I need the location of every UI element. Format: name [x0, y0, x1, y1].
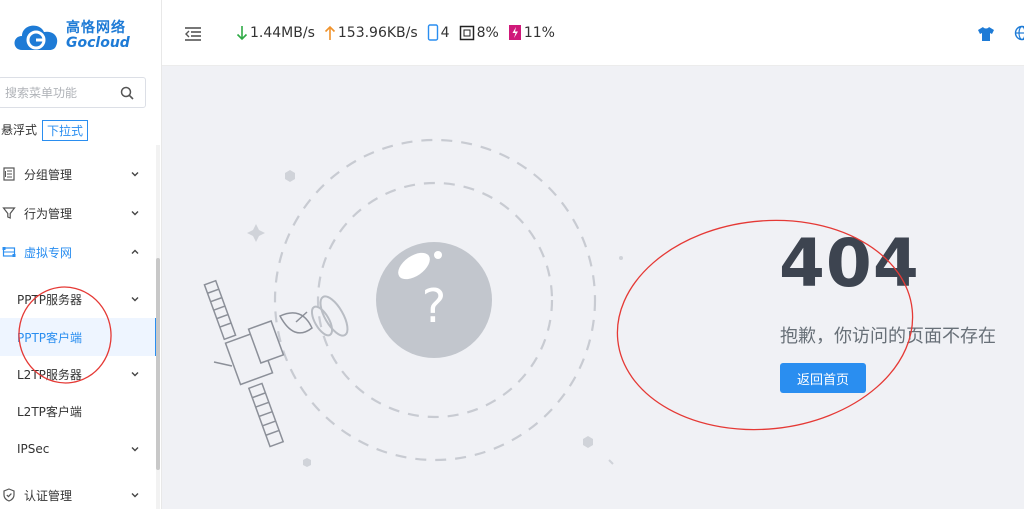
chevron-down-icon [131, 372, 139, 377]
menu-collapse-icon[interactable] [184, 26, 202, 42]
menu-search-box [0, 77, 146, 108]
arrow-up-icon [324, 25, 335, 40]
brand-name-cn: 高恪网络 [66, 20, 126, 36]
brand-name-en: Gocloud [66, 35, 130, 51]
chevron-up-icon [131, 249, 139, 254]
error-page-content: ? 404 抱歉，你访问的页面不存在 返回首页 [162, 66, 1024, 509]
sidebar-scrollbar-thumb[interactable] [156, 258, 160, 470]
sidebar-item-auth-management[interactable]: 认证管理 [0, 476, 158, 509]
sidebar-item-label: 虚拟专网 [24, 245, 73, 260]
sidebar-subitem-l2tp-server[interactable]: L2TP服务器 [0, 355, 158, 393]
shield-icon [3, 488, 15, 502]
sidebar-item-label: 行为管理 [24, 206, 73, 221]
device-count: 4 [427, 24, 450, 41]
menu-search-input[interactable] [5, 85, 117, 100]
cpu-icon [459, 25, 474, 40]
memory-icon [508, 25, 521, 40]
shirt-icon[interactable] [977, 26, 995, 42]
mode-dropdown-option[interactable]: 下拉式 [42, 120, 89, 141]
upload-speed-value: 153.96KB/s [337, 24, 418, 41]
sidebar-item-label: 分组管理 [24, 167, 73, 182]
system-stats: 1.44MB/s 153.96KB/s 4 8% 11% [236, 24, 564, 41]
sidebar-item-label: IPSec [17, 442, 50, 456]
sidebar-item-label: PPTP服务器 [17, 292, 83, 307]
error-message: 抱歉，你访问的页面不存在 [780, 326, 996, 347]
upload-speed: 153.96KB/s [324, 25, 418, 41]
top-bar: 1.44MB/s 153.96KB/s 4 8% 11% [162, 0, 1024, 66]
phone-icon [427, 24, 438, 41]
sidebar-item-label: L2TP服务器 [17, 367, 82, 382]
cpu-usage-value: 8% [476, 24, 499, 41]
filter-icon [2, 207, 16, 219]
sidebar-subitem-pptp-server[interactable]: PPTP服务器 [0, 280, 158, 318]
svg-text:?: ? [422, 279, 446, 333]
sidebar-subitem-pptp-client[interactable]: PPTP客户端 [0, 318, 158, 356]
chevron-down-icon [131, 447, 139, 452]
vpn-icon [2, 247, 16, 257]
back-home-button[interactable]: 返回首页 [780, 363, 866, 393]
chevron-down-icon [131, 297, 139, 302]
memory-usage: 11% [508, 24, 555, 41]
group-icon [3, 167, 15, 181]
globe-icon[interactable] [1014, 25, 1024, 41]
memory-usage-value: 11% [523, 24, 555, 41]
sidebar-item-behavior-management[interactable]: 行为管理 [0, 194, 158, 232]
sidebar-item-label: PPTP客户端 [17, 330, 83, 345]
sidebar-item-vpn[interactable]: 虚拟专网 [0, 233, 158, 271]
download-speed: 1.44MB/s [236, 25, 315, 41]
sidebar: 高恪网络 Gocloud 悬浮式 下拉式 分组管理 行为管理 [0, 0, 162, 509]
search-icon[interactable] [119, 85, 135, 101]
sidebar-subitem-ipsec[interactable]: IPSec [0, 430, 158, 468]
download-speed-value: 1.44MB/s [250, 24, 315, 41]
menu-mode-switch: 悬浮式 下拉式 [0, 120, 89, 141]
chevron-down-icon [131, 493, 139, 498]
sidebar-item-label: 认证管理 [24, 488, 73, 503]
arrow-down-icon [236, 25, 248, 40]
device-count-value: 4 [440, 24, 450, 41]
sidebar-subitem-l2tp-client[interactable]: L2TP客户端 [0, 392, 158, 430]
sidebar-item-label: L2TP客户端 [17, 404, 82, 419]
error-code: 404 [779, 225, 920, 302]
chevron-down-icon [131, 172, 139, 177]
chevron-down-icon [131, 211, 139, 216]
mode-float-option[interactable]: 悬浮式 [0, 120, 39, 141]
cpu-usage: 8% [459, 25, 499, 41]
brand-logo[interactable]: 高恪网络 Gocloud [10, 16, 130, 56]
sidebar-item-group-management[interactable]: 分组管理 [0, 155, 158, 193]
gocloud-logo-icon [14, 25, 58, 50]
